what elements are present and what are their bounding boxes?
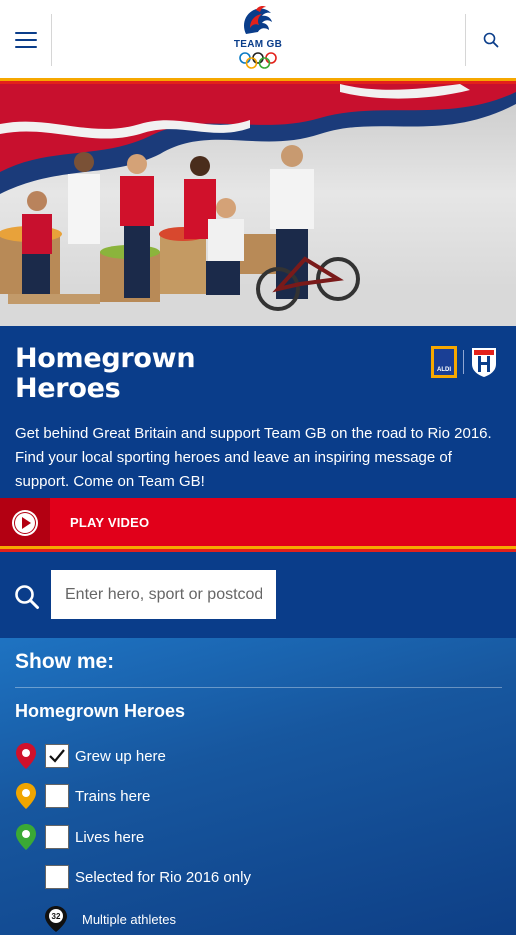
logo-divider [463,350,464,374]
lion-icon [244,6,272,34]
site-header: TEAM GB [0,0,516,80]
filter-divider [15,687,502,688]
athletes-photo [0,84,516,326]
multiple-athletes-count: 32 [52,912,61,921]
green-map-pin-icon [14,822,38,852]
partner-logos: ALDI [431,346,498,378]
logo-text: TEAM GB [233,39,283,50]
multiple-athletes-legend: 32 Multiple athletes [44,905,176,933]
red-map-pin-icon [14,741,38,771]
intro-description: Get behind Great Britain and support Tea… [15,425,492,490]
search-input[interactable] [51,570,276,619]
filter-option-rio-only[interactable]: Selected for Rio 2016 only [14,863,251,891]
aldi-logo: ALDI [431,346,457,378]
check-icon [49,749,65,763]
grew-up-label: Grew up here [75,747,166,765]
trains-checkbox[interactable] [45,784,69,808]
rio-only-label: Selected for Rio 2016 only [75,868,251,886]
intro-panel: Homegrown Heroes ALDI Get behind Great B… [0,326,516,498]
search-icon[interactable] [14,584,40,610]
page-title: Homegrown Heroes [15,343,196,404]
lives-label: Lives here [75,828,145,846]
hamburger-menu-icon [14,32,37,48]
search-panel [0,552,516,638]
grew-up-checkbox[interactable] [45,744,69,768]
play-icon-box [0,498,50,548]
olympic-rings-icon [239,52,277,69]
homegrown-heroes-shield-icon [472,348,496,377]
filter-option-grew-up[interactable]: Grew up here [14,742,166,770]
search-icon [483,32,499,48]
filter-panel: Show me: Homegrown Heroes Grew up here T… [0,638,516,935]
hero-image [0,84,516,326]
team-gb-logo[interactable]: TEAM GB [232,4,284,76]
header-search-button[interactable] [465,14,516,66]
trains-label: Trains here [75,787,151,805]
filter-option-trains[interactable]: Trains here [14,782,150,810]
aldi-logo-text: ALDI [434,349,454,375]
filter-subheading: Homegrown Heroes [15,701,186,721]
play-video-label: PLAY VIDEO [70,515,150,530]
play-icon [12,510,38,536]
filter-option-lives[interactable]: Lives here [14,823,144,851]
lives-checkbox[interactable] [45,825,69,849]
multiple-athletes-pin-icon: 32 [45,906,67,932]
yellow-map-pin-icon [14,781,38,811]
filter-heading: Show me: [15,650,115,673]
multiple-athletes-label: Multiple athletes [82,911,176,927]
play-video-button[interactable]: PLAY VIDEO [0,498,516,548]
menu-button[interactable] [0,14,52,66]
rio-only-checkbox[interactable] [45,865,69,889]
